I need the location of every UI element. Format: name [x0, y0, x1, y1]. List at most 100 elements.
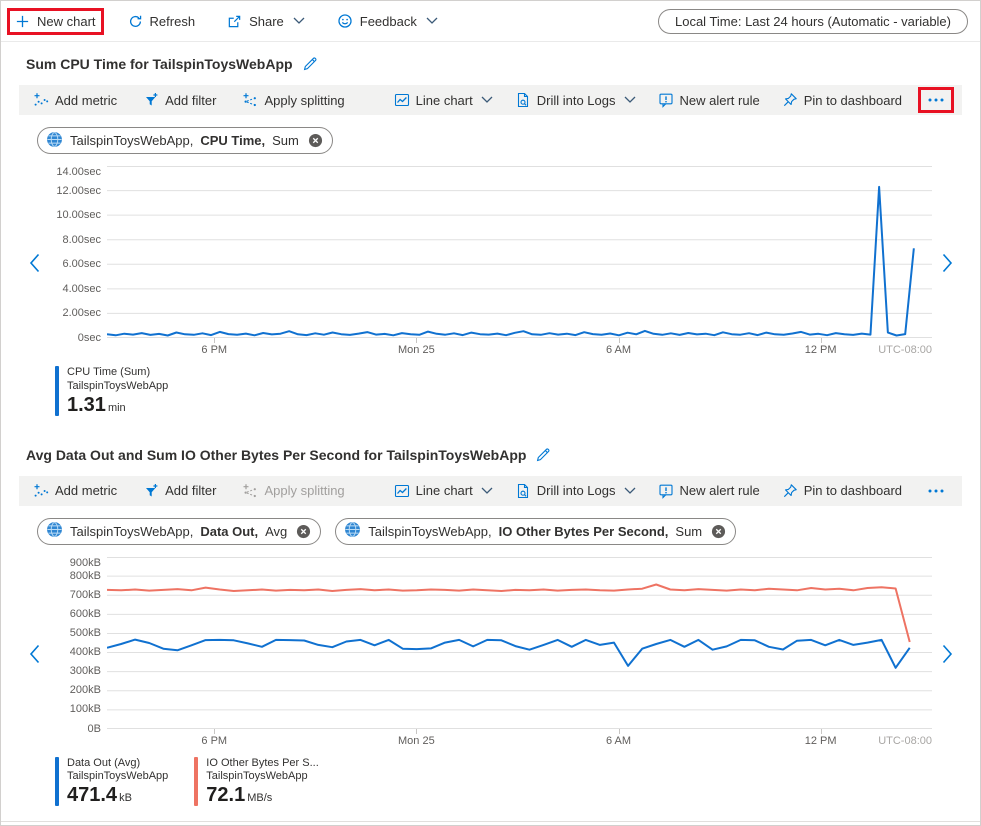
legend-item[interactable]: CPU Time (Sum) TailspinToysWebApp 1.31mi… — [55, 366, 168, 416]
y-tick-label: 2.00sec — [62, 307, 101, 319]
chart-type-label: Line chart — [416, 93, 473, 108]
scroll-left-chevron[interactable] — [19, 253, 49, 273]
x-tick-label: 6 AM — [606, 344, 631, 356]
new-alert-rule-button[interactable]: New alert rule — [656, 91, 762, 109]
add-metric-button[interactable]: Add metric — [31, 482, 119, 500]
metric-pill[interactable]: TailspinToysWebApp, IO Other Bytes Per S… — [335, 518, 736, 545]
pill-resource: TailspinToysWebApp, — [70, 133, 193, 148]
legend-value: 72.1 — [206, 784, 245, 806]
x-axis: 6 PM Mon 25 6 AM 12 PM UTC-08:00 — [107, 338, 932, 360]
remove-metric-icon[interactable] — [711, 524, 726, 539]
apply-splitting-button[interactable]: Apply splitting — [240, 91, 346, 109]
chart-section-data-out: Avg Data Out and Sum IO Other Bytes Per … — [1, 443, 980, 807]
plot-area[interactable] — [107, 557, 932, 729]
scroll-left-chevron[interactable] — [19, 644, 49, 664]
add-metric-icon — [33, 483, 49, 499]
line-chart-icon — [394, 483, 410, 499]
scroll-right-chevron[interactable] — [932, 253, 962, 273]
x-tick-label: Mon 25 — [398, 735, 435, 747]
add-filter-icon — [143, 483, 159, 499]
alert-icon — [658, 92, 674, 108]
x-tick-mark — [821, 338, 822, 343]
y-axis: 900kB800kB700kB600kB500kB400kB300kB200kB… — [49, 557, 107, 729]
add-filter-button[interactable]: Add filter — [141, 91, 218, 109]
legend-resource-name: TailspinToysWebApp — [206, 770, 318, 784]
plot-area[interactable] — [107, 166, 932, 338]
legend-resource-name: TailspinToysWebApp — [67, 380, 168, 394]
x-tick-label: 6 PM — [201, 344, 227, 356]
legend-color-bar — [194, 757, 198, 807]
more-options-button[interactable] — [922, 91, 950, 109]
x-tick-label: Mon 25 — [398, 344, 435, 356]
pin-to-dashboard-button[interactable]: Pin to dashboard — [780, 91, 904, 109]
chart-command-bar: Add metric Add filter Apply splitting — [19, 85, 962, 115]
feedback-button[interactable]: Feedback — [333, 11, 442, 31]
document-logs-icon — [515, 92, 531, 108]
y-tick-label: 400kB — [70, 646, 101, 658]
pill-resource: TailspinToysWebApp, — [70, 524, 193, 539]
chart-type-dropdown[interactable]: Line chart — [392, 91, 495, 109]
apply-splitting-label: Apply splitting — [264, 93, 344, 108]
legend-item[interactable]: Data Out (Avg) TailspinToysWebApp 471.4k… — [55, 757, 168, 807]
x-tick-label: 12 PM — [805, 735, 837, 747]
legend-metric-name: IO Other Bytes Per S... — [206, 757, 318, 771]
new-alert-rule-button[interactable]: New alert rule — [656, 482, 762, 500]
feedback-smiley-icon — [337, 13, 353, 29]
pin-to-dashboard-button[interactable]: Pin to dashboard — [780, 482, 904, 500]
metric-pill[interactable]: TailspinToysWebApp, Data Out, Avg — [37, 518, 321, 545]
add-metric-button[interactable]: Add metric — [31, 91, 119, 109]
ellipsis-icon — [927, 93, 945, 107]
y-tick-label: 12.00sec — [56, 185, 101, 197]
drill-into-logs-dropdown[interactable]: Drill into Logs — [513, 482, 638, 500]
edit-title-icon[interactable] — [535, 447, 551, 463]
alert-icon — [658, 483, 674, 499]
chart-type-label: Line chart — [416, 483, 473, 498]
legend-unit: MB/s — [247, 792, 272, 804]
chart-title: Avg Data Out and Sum IO Other Bytes Per … — [26, 447, 526, 463]
legend-item[interactable]: IO Other Bytes Per S... TailspinToysWebA… — [194, 757, 318, 807]
chart-type-dropdown[interactable]: Line chart — [392, 482, 495, 500]
more-options-button[interactable] — [922, 482, 950, 500]
ellipsis-icon — [927, 484, 945, 498]
y-tick-label: 6.00sec — [62, 258, 101, 270]
y-tick-label: 800kB — [70, 570, 101, 582]
plus-icon — [15, 14, 30, 29]
drill-into-logs-label: Drill into Logs — [537, 483, 616, 498]
y-tick-label: 300kB — [70, 665, 101, 677]
legend-unit: min — [108, 402, 126, 414]
y-tick-label: 8.00sec — [62, 234, 101, 246]
refresh-icon — [128, 14, 143, 29]
apply-splitting-icon — [242, 483, 258, 499]
remove-metric-icon[interactable] — [308, 133, 323, 148]
app-service-globe-icon — [46, 521, 63, 541]
edit-title-icon[interactable] — [302, 56, 318, 72]
pill-aggregation: Avg — [265, 524, 287, 539]
time-range-picker[interactable]: Local Time: Last 24 hours (Automatic - v… — [658, 9, 968, 34]
scroll-right-chevron[interactable] — [932, 644, 962, 664]
feedback-label: Feedback — [360, 14, 417, 29]
data-out-io-chart[interactable]: 900kB800kB700kB600kB500kB400kB300kB200kB… — [49, 557, 932, 751]
legend-color-bar — [55, 757, 59, 807]
add-filter-button[interactable]: Add filter — [141, 482, 218, 500]
x-tick-label: 12 PM — [805, 344, 837, 356]
cpu-time-chart[interactable]: 14.00sec12.00sec10.00sec8.00sec6.00sec4.… — [49, 166, 932, 360]
chevron-down-icon — [481, 487, 493, 495]
apply-splitting-button: Apply splitting — [240, 482, 346, 500]
remove-metric-icon[interactable] — [296, 524, 311, 539]
x-tick-mark — [619, 338, 620, 343]
refresh-button[interactable]: Refresh — [124, 12, 200, 31]
drill-into-logs-dropdown[interactable]: Drill into Logs — [513, 91, 638, 109]
drill-into-logs-label: Drill into Logs — [537, 93, 616, 108]
add-metric-label: Add metric — [55, 483, 117, 498]
timezone-label: UTC-08:00 — [878, 344, 932, 356]
metrics-explorer-page: New chart Refresh Share — [0, 0, 981, 826]
share-button[interactable]: Share — [223, 12, 309, 31]
chevron-down-icon — [293, 17, 305, 25]
x-tick-mark — [416, 338, 417, 343]
metric-pill[interactable]: TailspinToysWebApp, CPU Time, Sum — [37, 127, 333, 154]
chart-title: Sum CPU Time for TailspinToysWebApp — [26, 56, 293, 72]
new-alert-rule-label: New alert rule — [680, 93, 760, 108]
document-logs-icon — [515, 483, 531, 499]
new-chart-button[interactable]: New chart — [11, 12, 100, 31]
y-axis: 14.00sec12.00sec10.00sec8.00sec6.00sec4.… — [49, 166, 107, 338]
